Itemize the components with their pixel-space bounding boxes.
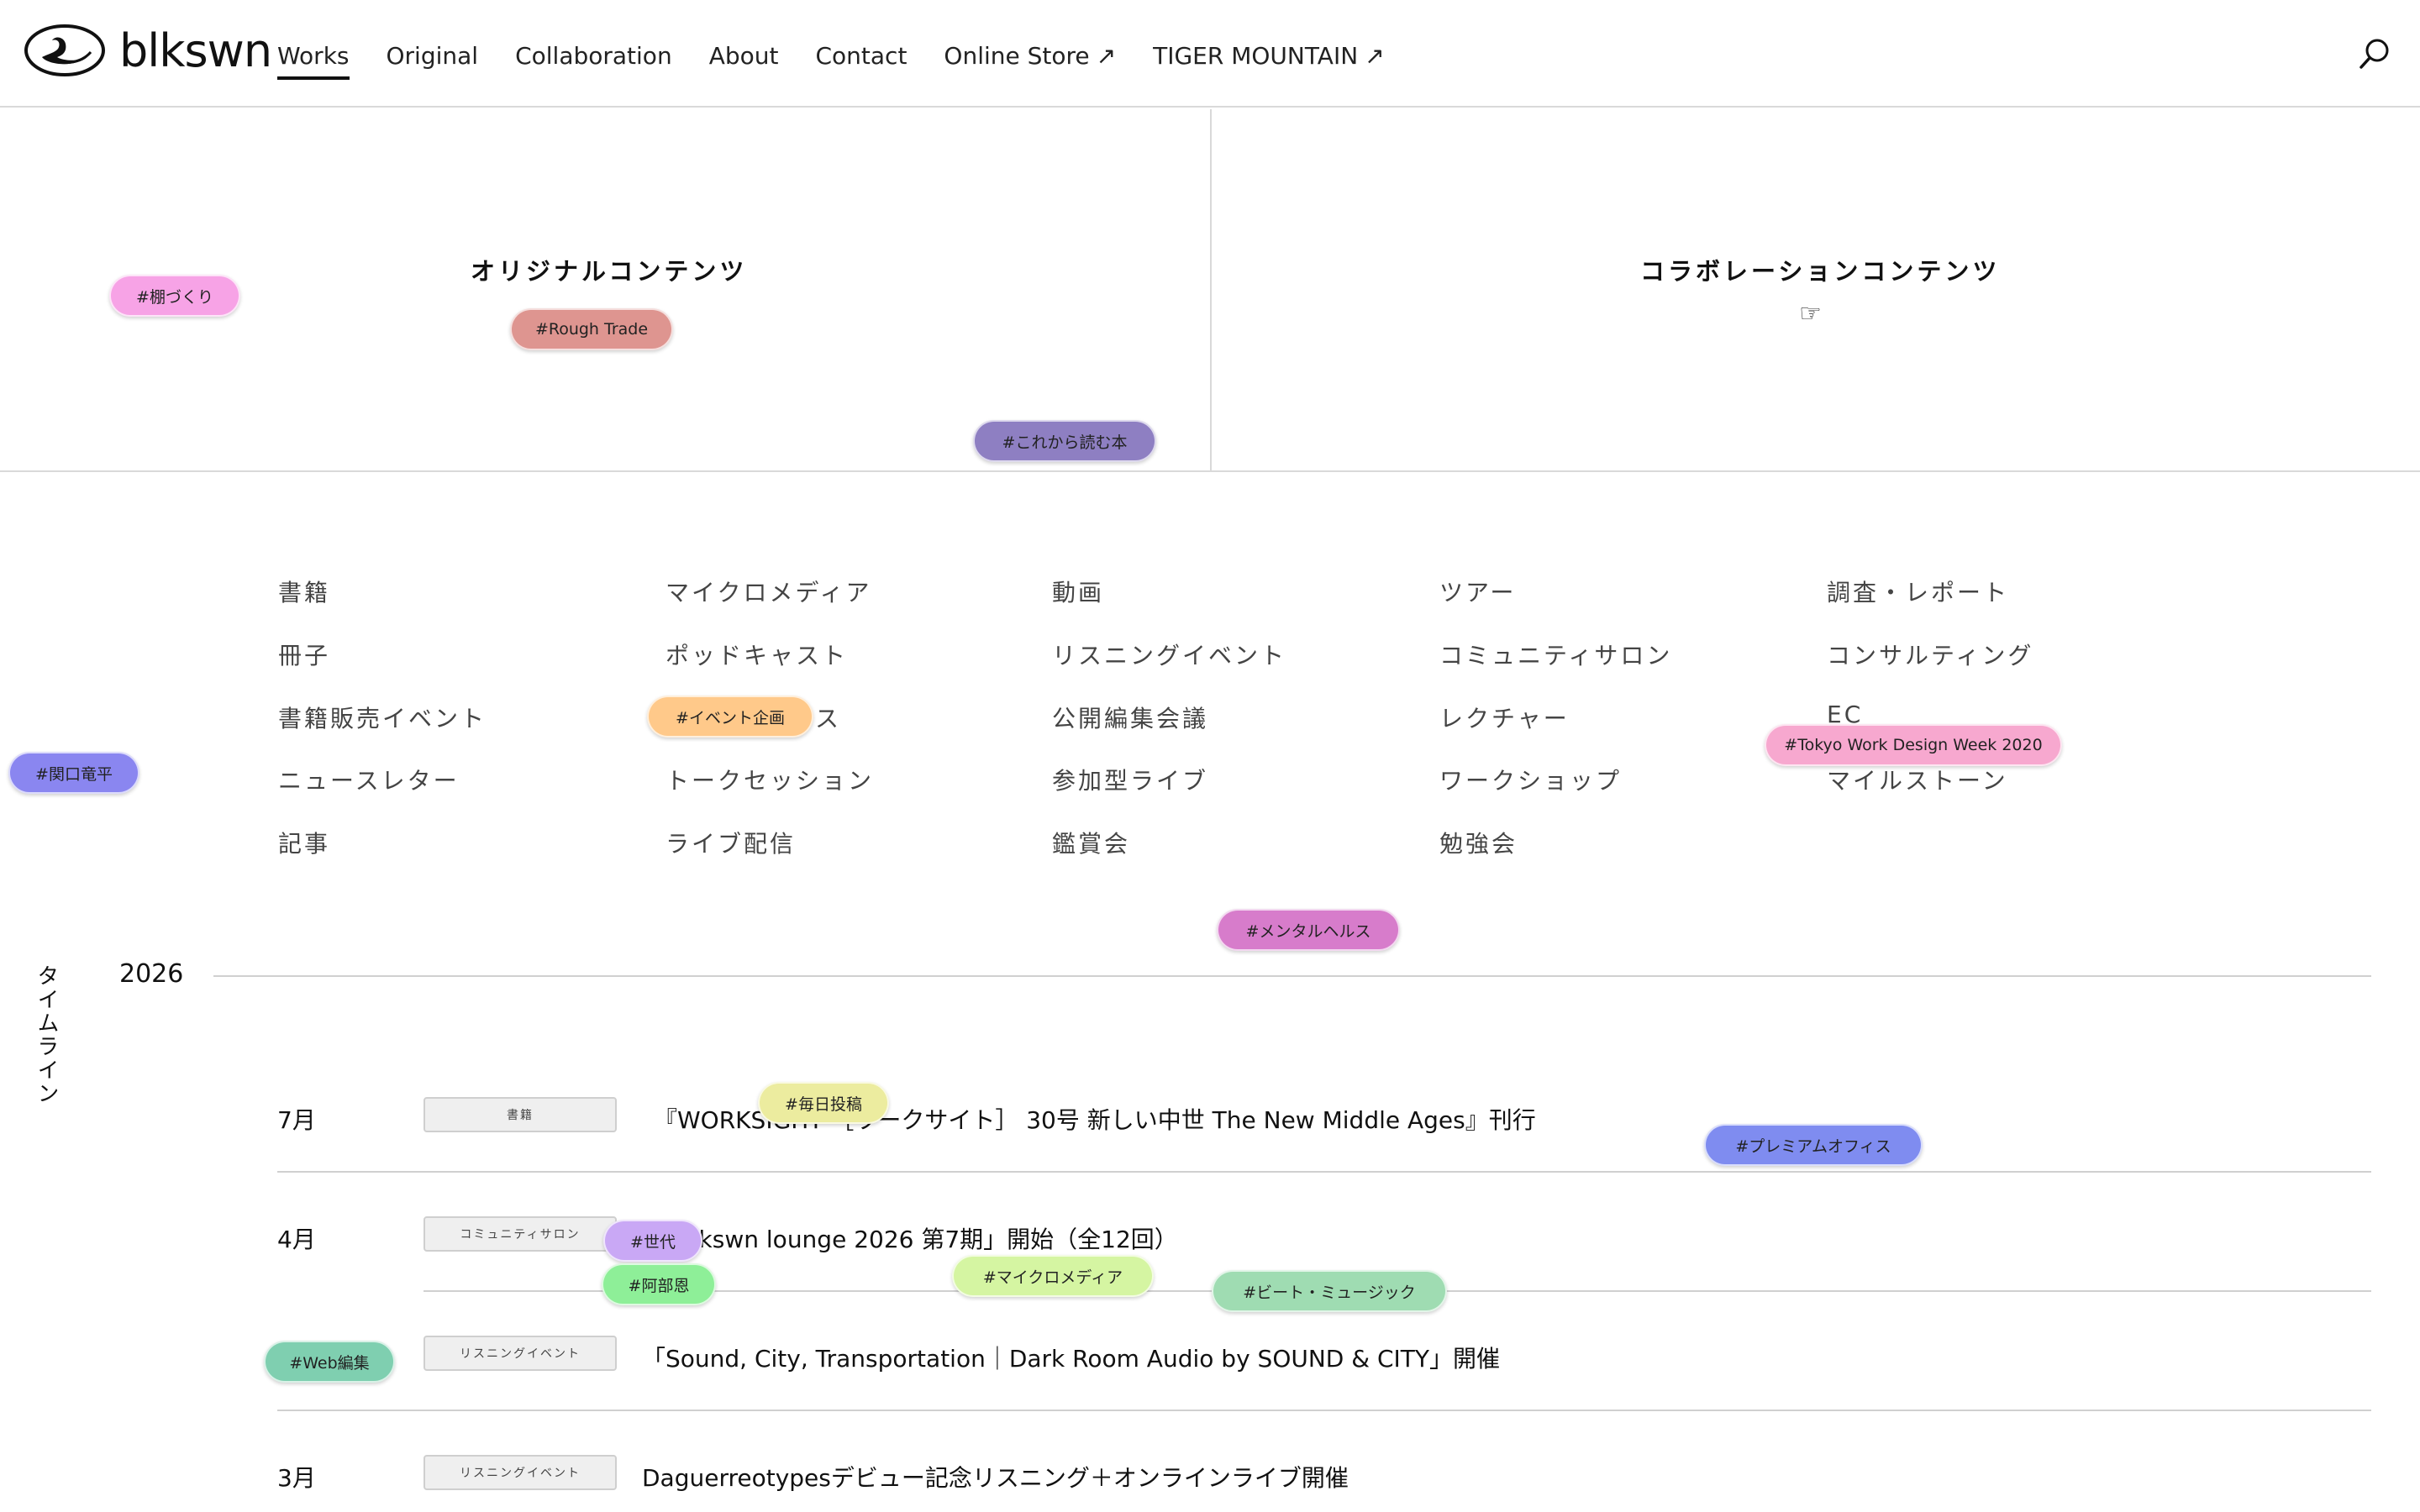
category-link[interactable]: 書籍	[278, 575, 330, 608]
swan-logo-icon	[24, 24, 105, 76]
external-link-icon: ↗	[1096, 42, 1117, 70]
year-divider	[213, 975, 2371, 977]
category-link[interactable]: 公開編集会議	[1052, 701, 1208, 734]
timeline-month: 4月	[277, 1226, 316, 1253]
timeline-entry-title[interactable]: 「blkswn lounge 2026 第7期」開始（全12回）	[654, 1221, 1178, 1255]
main-nav: Works Original Collaboration About Conta…	[277, 42, 1422, 80]
category-link[interactable]: ツアー	[1439, 575, 1516, 608]
tag-abe-megumi[interactable]: #阿部恩	[602, 1263, 716, 1305]
timeline-year: 2026	[119, 959, 184, 989]
tag-premium-office[interactable]: #プレミアムオフィス	[1704, 1124, 1923, 1166]
nav-original[interactable]: Original	[387, 42, 479, 70]
timeline-label: タイムライン	[34, 964, 59, 1105]
nav-works[interactable]: Works	[277, 42, 350, 80]
category-link[interactable]: ポッドキャスト	[666, 638, 848, 671]
tag-beat-music[interactable]: #ビート・ミュージック	[1212, 1270, 1447, 1312]
category-link[interactable]: 参加型ライブ	[1052, 763, 1208, 796]
hero-split: オリジナルコンテンツ コラボレーションコンテンツ ☞	[0, 109, 2420, 472]
nav-original-label: Original	[386, 42, 479, 70]
nav-online-store[interactable]: Online Store ↗	[944, 42, 1116, 70]
category-badge[interactable]: リスニングイベント	[424, 1336, 617, 1371]
category-badge[interactable]: 書籍	[424, 1097, 617, 1132]
category-link[interactable]: 書籍販売イベント	[278, 701, 487, 734]
tag-sekiguchi-ryuhei[interactable]: #関口竜平	[8, 752, 139, 794]
row-divider	[277, 1171, 2371, 1173]
search-icon[interactable]	[2358, 37, 2391, 71]
nav-contact-label: Contact	[815, 42, 908, 70]
category-link[interactable]: ニュースレター	[278, 763, 460, 796]
nav-collaboration-label: Collaboration	[515, 42, 672, 70]
category-link[interactable]: 勉強会	[1439, 826, 1518, 859]
nav-online-store-label: Online Store	[944, 42, 1090, 70]
site-header: blkswn Works Original Collaboration Abou…	[0, 0, 2420, 108]
category-link[interactable]: マイルストーン	[1827, 763, 2008, 796]
category-link[interactable]: トークセッション	[666, 763, 874, 796]
category-link[interactable]: 鑑賞会	[1052, 826, 1130, 859]
tag-tokyo-work-design-week[interactable]: #Tokyo Work Design Week 2020	[1765, 724, 2062, 766]
external-link-icon: ↗	[1365, 42, 1385, 70]
pointing-hand-icon: ☞	[1799, 299, 1822, 328]
original-contents-link[interactable]: オリジナルコンテンツ	[471, 252, 747, 287]
tag-sedai[interactable]: #世代	[603, 1220, 702, 1262]
hero-divider	[1210, 109, 1212, 472]
timeline-entry-title[interactable]: Daguerreotypesデビュー記念リスニング＋オンラインライブ開催	[642, 1460, 1349, 1494]
category-link[interactable]: レクチャー	[1439, 701, 1570, 734]
tag-rough-trade[interactable]: #Rough Trade	[510, 308, 673, 350]
category-link[interactable]: 記事	[278, 826, 330, 859]
tag-event-kikaku[interactable]: #イベント企画	[647, 696, 813, 738]
tag-micro-media[interactable]: #マイクロメディア	[952, 1255, 1154, 1297]
nav-tiger-mountain-label: TIGER MOUNTAIN	[1153, 42, 1359, 70]
category-link[interactable]: ライブ配信	[666, 826, 796, 859]
tag-tanazukuri[interactable]: #棚づくり	[109, 275, 240, 317]
timeline-entry-title[interactable]: 「Sound, City, Transportation｜Dark Room A…	[642, 1341, 1500, 1374]
logo[interactable]: blkswn	[24, 24, 272, 77]
nav-about-label: About	[708, 42, 779, 70]
nav-contact[interactable]: Contact	[815, 42, 907, 70]
nav-collaboration[interactable]: Collaboration	[515, 42, 672, 70]
category-link[interactable]: リスニングイベント	[1052, 638, 1286, 671]
category-link[interactable]: マイクロメディア	[666, 575, 871, 608]
tag-korekara-yomu-hon[interactable]: #これから読む本	[973, 420, 1156, 462]
nav-about[interactable]: About	[709, 42, 779, 70]
nav-tiger-mountain[interactable]: TIGER MOUNTAIN ↗	[1153, 42, 1385, 70]
row-divider	[277, 1410, 2371, 1411]
tag-mental-health[interactable]: #メンタルヘルス	[1217, 909, 1400, 951]
category-link[interactable]: コミュニティサロン	[1439, 638, 1672, 671]
category-link[interactable]: 冊子	[278, 638, 330, 671]
nav-works-label: Works	[277, 42, 350, 70]
category-link[interactable]: 動画	[1052, 575, 1104, 608]
tag-web-henshu[interactable]: #Web編集	[264, 1341, 395, 1383]
tag-mainichi-toko[interactable]: #毎日投稿	[758, 1082, 889, 1124]
category-badge[interactable]: コミュニティサロン	[424, 1216, 617, 1252]
timeline-month: 7月	[277, 1106, 316, 1134]
category-link[interactable]: ス	[815, 701, 841, 734]
category-badge[interactable]: リスニングイベント	[424, 1455, 617, 1490]
category-link[interactable]: コンサルティング	[1827, 638, 2033, 671]
collaboration-contents-link[interactable]: コラボレーションコンテンツ	[1640, 252, 2000, 287]
category-link[interactable]: 調査・レポート	[1827, 575, 2009, 608]
category-link[interactable]: ワークショップ	[1439, 763, 1622, 796]
logo-text: blkswn	[119, 24, 272, 77]
timeline-month: 3月	[277, 1464, 316, 1492]
